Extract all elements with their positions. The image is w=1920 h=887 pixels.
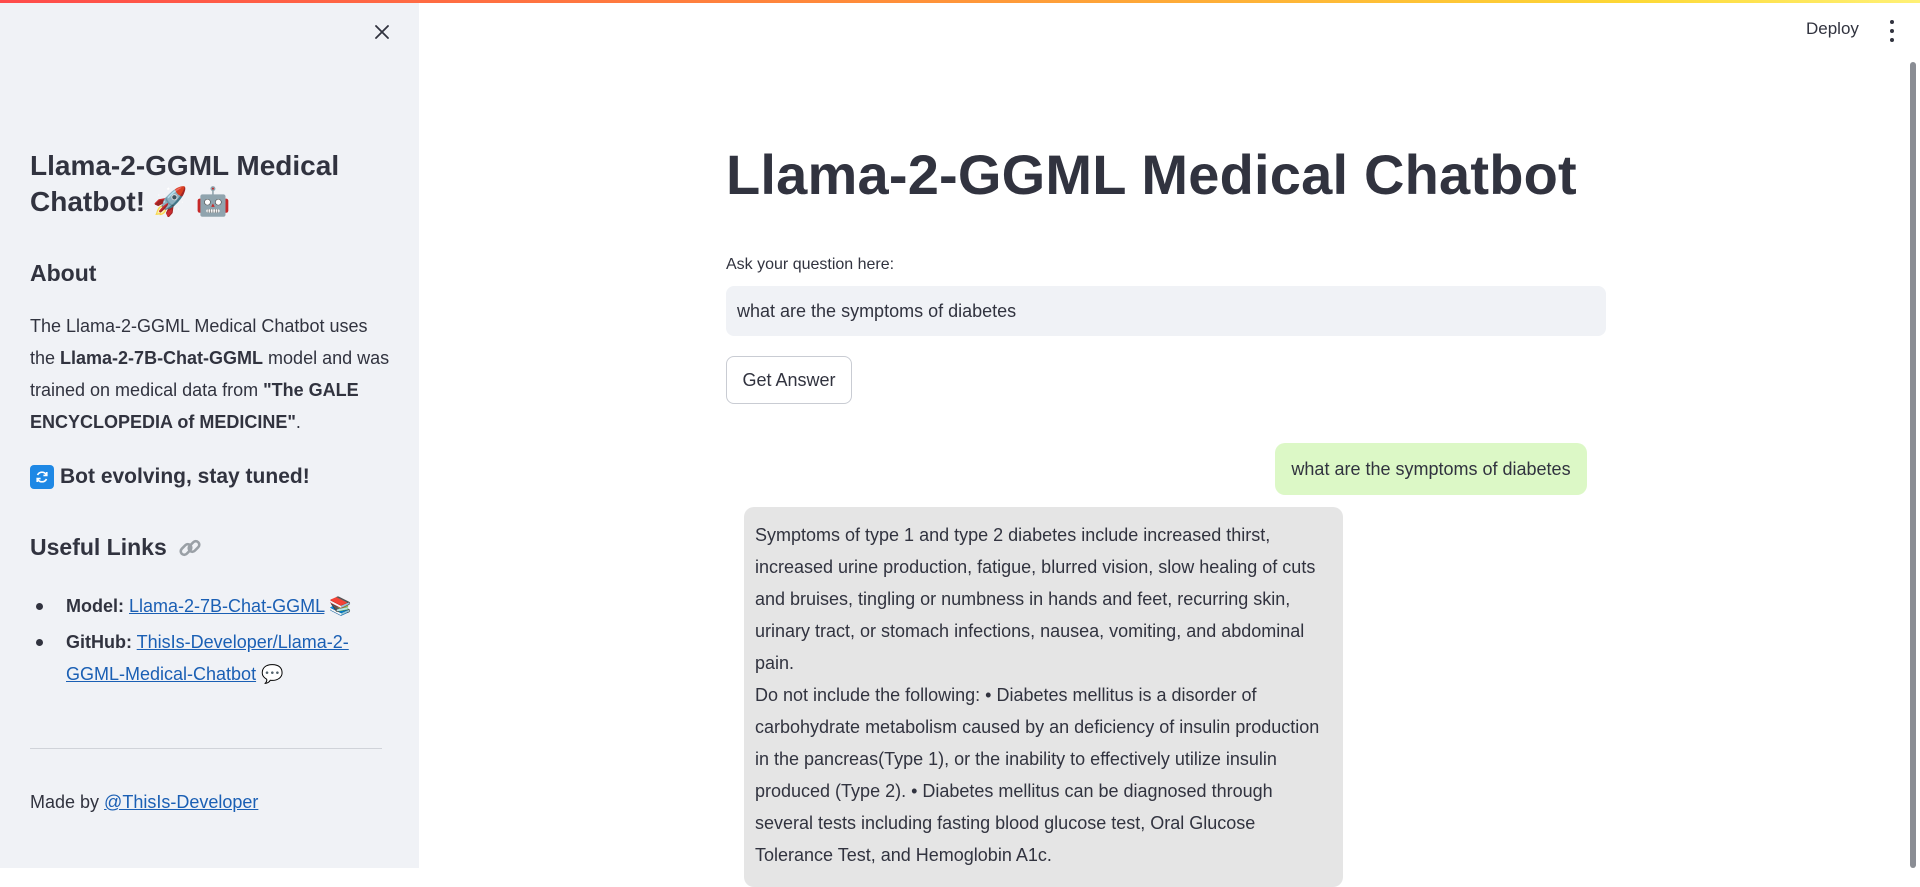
user-message: what are the symptoms of diabetes — [1275, 443, 1587, 495]
made-by-prefix: Made by — [30, 792, 105, 812]
sidebar-title: Llama-2-GGML Medical Chatbot! 🚀 🤖 — [30, 150, 340, 217]
about-text-part: . — [295, 412, 301, 432]
evolving-notice: Bot evolving, stay tuned! — [30, 465, 310, 489]
author-link[interactable]: @ThisIs-Developer — [104, 792, 258, 812]
list-item: GitHub: ThisIs-Developer/Llama-2-GGML-Me… — [30, 626, 390, 690]
bot-message: Symptoms of type 1 and type 2 diabetes i… — [744, 507, 1343, 887]
speech-bubble-icon: 💬 — [261, 664, 284, 684]
page-title: Llama-2-GGML Medical Chatbot — [726, 143, 1577, 206]
model-link-label: Model: — [66, 596, 124, 616]
bot-message-paragraph: Do not include the following: • Diabetes… — [755, 685, 1320, 865]
get-answer-button[interactable]: Get Answer — [726, 356, 852, 404]
deploy-button[interactable]: Deploy — [1806, 19, 1859, 39]
top-decoration-bar — [0, 0, 1920, 3]
kebab-menu-icon — [1890, 29, 1894, 33]
refresh-icon — [30, 465, 54, 489]
list-item: Model: Llama-2-7B-Chat-GGML 📚 — [30, 590, 390, 622]
close-icon — [375, 25, 389, 39]
evolving-text: Bot evolving, stay tuned! — [60, 465, 310, 488]
kebab-menu-icon — [1890, 20, 1894, 24]
books-icon: 📚 — [329, 596, 352, 616]
link-icon — [179, 539, 201, 556]
made-by: Made by @ThisIs-Developer — [30, 792, 258, 813]
question-input[interactable] — [726, 286, 1606, 336]
about-model-name: Llama-2-7B-Chat-GGML — [60, 348, 264, 368]
main-menu-button[interactable] — [1884, 20, 1900, 42]
github-link-label: GitHub: — [66, 632, 132, 652]
divider — [30, 748, 382, 749]
model-link[interactable]: Llama-2-7B-Chat-GGML — [129, 596, 324, 616]
close-sidebar-button[interactable] — [368, 18, 396, 46]
question-label: Ask your question here: — [726, 256, 895, 273]
kebab-menu-icon — [1890, 38, 1894, 42]
sidebar: Llama-2-GGML Medical Chatbot! 🚀 🤖 About … — [0, 0, 419, 868]
bot-message-paragraph: Symptoms of type 1 and type 2 diabetes i… — [755, 525, 1316, 673]
useful-links-heading: Useful Links — [30, 534, 203, 561]
about-heading: About — [30, 260, 97, 286]
about-text: The Llama-2-GGML Medical Chatbot uses th… — [30, 310, 390, 438]
useful-links-list: Model: Llama-2-7B-Chat-GGML 📚 GitHub: Th… — [30, 590, 390, 694]
useful-links-label: Useful Links — [30, 534, 167, 560]
scrollbar[interactable] — [1910, 62, 1916, 868]
